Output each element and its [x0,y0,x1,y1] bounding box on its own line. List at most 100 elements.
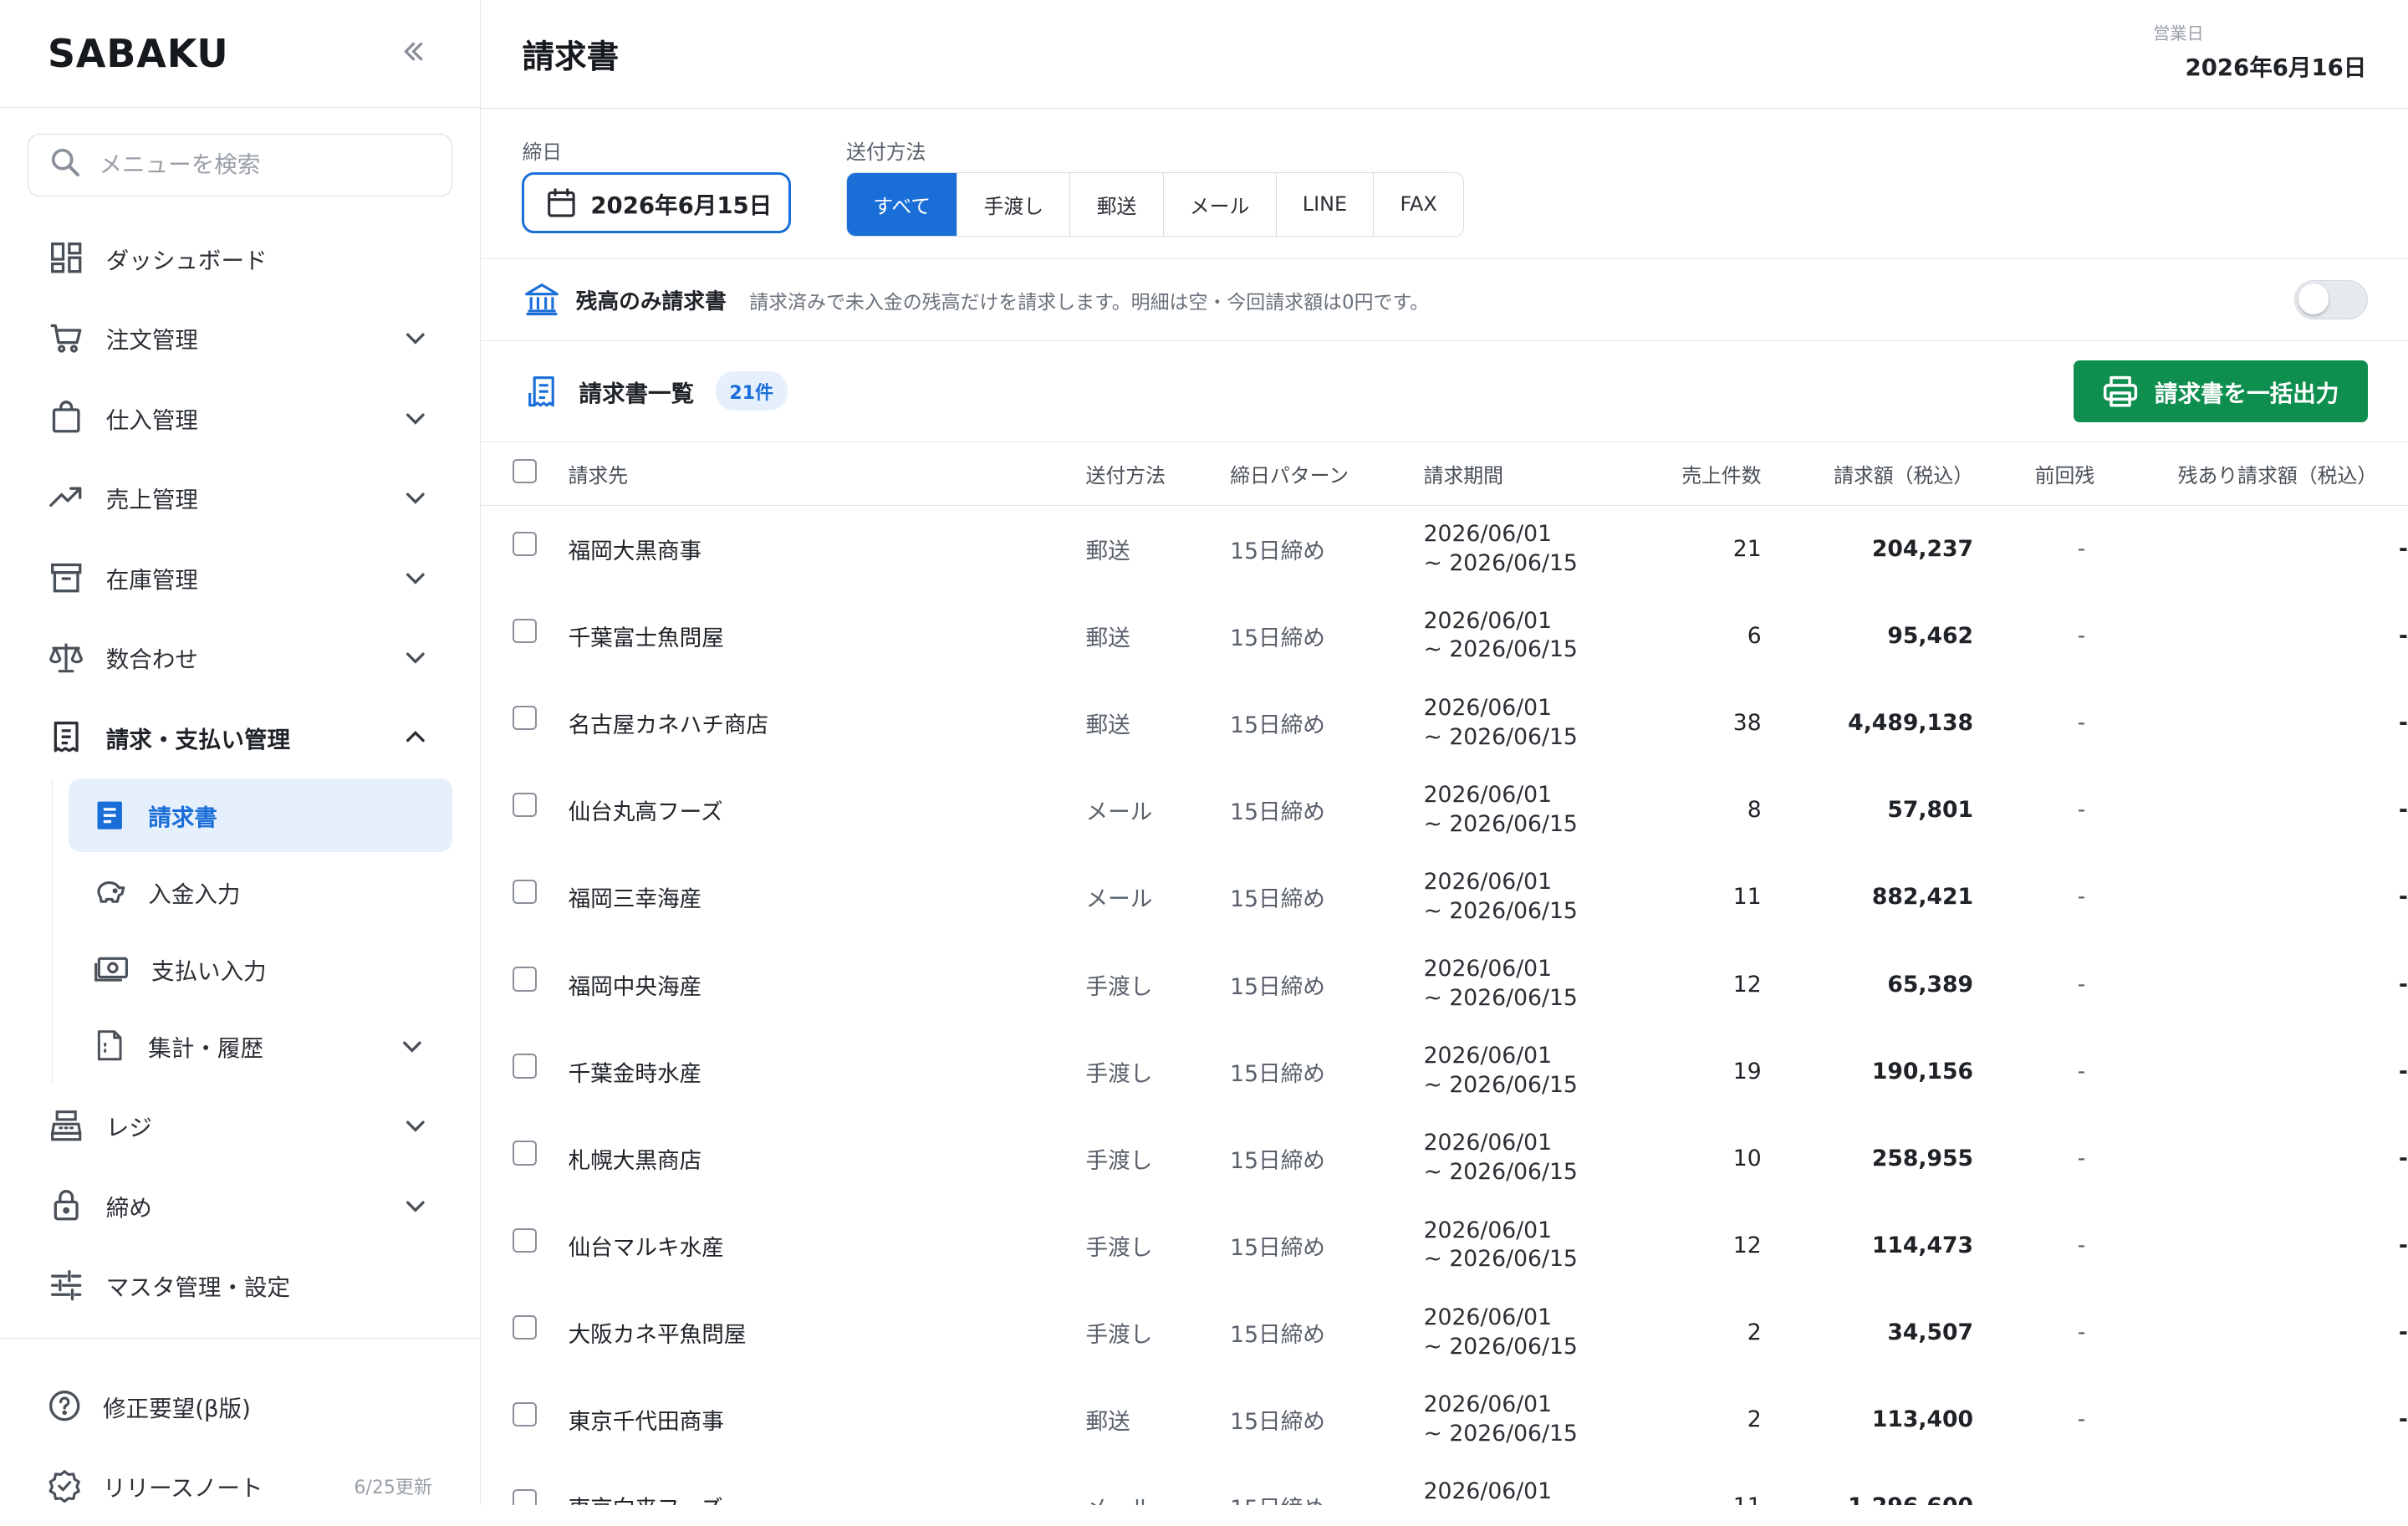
table-row[interactable]: 札幌大黒商店 手渡し 15日締め 2026/06/01 ~ 2026/06/15 10 25… [481,1115,2408,1202]
menu-search[interactable] [28,133,452,197]
row-checkbox[interactable] [512,1401,537,1427]
table-row[interactable]: 千葉富士魚問屋 郵送 15日締め 2026/06/01 ~ 2026/06/15 6 95,… [481,592,2408,679]
row-checkbox[interactable] [512,1488,537,1505]
customer-name[interactable]: 仙台マルキ水産 [569,1202,1086,1289]
table-row[interactable]: 東京向来フーズメール15日締め2026/06/01~ 2026/06/15111… [481,1463,2408,1505]
col-period[interactable]: 請求期間 [1423,441,1639,506]
row-checkbox[interactable] [512,967,537,992]
table-row[interactable]: 名古屋カネハチ商店 郵送 15日締め 2026/06/01 ~ 2026/06/15 38… [481,680,2408,767]
send-method: メール [1085,886,1153,913]
table-row[interactable]: 仙台丸高フーズ メール 15日締め 2026/06/01 ~ 2026/06/15 8 57… [481,767,2408,854]
sales-count: 21 [1732,536,1762,563]
table-row[interactable]: 福岡中央海産 手渡し 15日締め 2026/06/01 ~ 2026/06/15 12 65… [481,941,2408,1028]
sidebar-subitem-payment-entry[interactable]: 支払い入力 [69,932,452,1006]
sidebar-item-dashboard[interactable]: ダッシュボード [0,218,480,299]
sidebar: SABAKU ダッシュボード 注文管理 [0,0,481,1505]
sidebar-item-billing[interactable]: 請求・支払い管理 [0,697,480,778]
sidebar-item-orders[interactable]: 注文管理 [0,298,480,378]
invoice-amount: 95,462 [1887,622,1974,649]
row-checkbox[interactable] [512,705,537,731]
table-row[interactable]: 大阪カネ平魚問屋 手渡し 15日締め 2026/06/01 ~ 2026/06/15 2 3… [481,1289,2408,1376]
sidebar-item-master-settings[interactable]: マスタ管理・設定 [0,1245,480,1325]
sidebar-item-label: 在庫管理 [105,566,198,594]
col-prev-balance[interactable]: 前回残 [1973,441,2095,506]
method-mail[interactable]: 郵送 [1070,172,1164,236]
row-select-cell [481,1289,569,1376]
sidebar-item-feedback[interactable]: 修正要望(β版) [0,1366,480,1447]
customer-name[interactable]: 千葉富士魚問屋 [569,592,1086,679]
customer-name[interactable]: 札幌大黒商店 [569,1115,1086,1202]
previous-balance: - [2077,1406,2086,1433]
bulk-print-button[interactable]: 請求書を一括出力 [2073,360,2369,422]
customer-name[interactable]: 名古屋カネハチ商店 [569,680,1086,767]
col-pattern[interactable]: 締日パターン [1230,441,1424,506]
customer-name[interactable]: 東京千代田商事 [569,1376,1086,1463]
row-checkbox[interactable] [512,1141,537,1166]
customer-name[interactable]: 千葉金時水産 [569,1028,1086,1115]
collapse-sidebar-icon[interactable] [400,33,427,74]
period-from: 2026/06/01 [1423,956,1553,982]
col-sales-count[interactable]: 売上件数 [1638,441,1762,506]
sidebar-subitem-summary-history[interactable]: 集計・履歴 [69,1009,452,1083]
closing-pattern: 15日締め [1230,1234,1325,1261]
table-row[interactable]: 東京千代田商事 郵送 15日締め 2026/06/01 ~ 2026/06/15 2 113… [481,1376,2408,1463]
row-checkbox[interactable] [512,879,537,905]
sidebar-item-reconcile[interactable]: 数合わせ [0,617,480,697]
sidebar-subitem-payment-received[interactable]: 入金入力 [69,855,452,929]
method-hand[interactable]: 手渡し [957,172,1071,236]
row-checkbox[interactable] [512,1227,537,1253]
method-all[interactable]: すべて [846,172,958,236]
sidebar-item-register[interactable]: レジ [0,1085,480,1166]
invoice-table: 請求先 送付方法 締日パターン 請求期間 売上件数 請求額（税込） 前回残 残あ… [480,441,2408,1505]
sidebar-subitem-invoices[interactable]: 請求書 [68,778,452,853]
select-all-checkbox[interactable] [512,458,537,484]
col-method[interactable]: 送付方法 [1085,441,1231,506]
method-fax[interactable]: FAX [1374,172,1463,236]
send-method-label: 送付方法 [845,140,926,164]
customer-name[interactable]: 大阪カネ平魚問屋 [569,1289,1086,1376]
row-select-cell [481,941,569,1028]
method-line[interactable]: LINE [1276,172,1375,236]
row-select-cell [481,680,569,767]
balance-only-toggle[interactable] [2294,279,2369,320]
col-remaining[interactable]: 残あり請求額（税込） [2094,441,2408,506]
row-checkbox[interactable] [512,1314,537,1340]
sidebar-item-inventory[interactable]: 在庫管理 [0,538,480,618]
customer-name[interactable]: 福岡中央海産 [569,941,1086,1028]
sidebar-item-closing[interactable]: 締め [0,1166,480,1246]
closing-date-picker[interactable]: 2026年6月15日 [522,171,791,234]
menu-search-input[interactable] [95,150,404,181]
customer-name[interactable]: 東京向来フーズ [569,1463,1086,1505]
customer-name[interactable]: 福岡三幸海産 [569,854,1086,941]
row-checkbox[interactable] [512,792,537,818]
customer-name[interactable]: 仙台丸高フーズ [569,767,1086,854]
table-row[interactable]: 仙台マルキ水産 手渡し 15日締め 2026/06/01 ~ 2026/06/15 12 1… [481,1202,2408,1289]
period-to: ~ 2026/06/15 [1423,1159,1578,1186]
sidebar-item-purchasing[interactable]: 仕入管理 [0,378,480,458]
previous-balance: - [2077,1058,2086,1085]
piggy-bank-icon [93,875,126,909]
customer-name[interactable]: 福岡大黒商事 [569,505,1086,592]
sidebar-item-release-notes[interactable]: リリースノート 6/25更新 [0,1446,480,1526]
closing-pattern: 15日締め [1230,712,1325,739]
method-email[interactable]: メール [1163,172,1277,236]
billing-period: 2026/06/01 ~ 2026/06/15 [1424,1376,1639,1463]
table-row[interactable]: 福岡大黒商事 郵送 15日締め 2026/06/01 ~ 2026/06/15 21 204… [481,505,2408,592]
sidebar-item-label: 締め [105,1194,152,1222]
row-checkbox[interactable] [512,1054,537,1079]
table-row[interactable]: 千葉金時水産 手渡し 15日締め 2026/06/01 ~ 2026/06/15 19 19… [481,1028,2408,1115]
sales-count: 11 [1732,884,1762,911]
sidebar-item-sales[interactable]: 売上管理 [0,457,480,538]
col-amount[interactable]: 請求額（税込） [1761,441,1974,506]
col-customer[interactable]: 請求先 [568,441,1086,506]
select-all-cell [480,441,569,506]
previous-balance: - [2077,622,2086,649]
row-checkbox[interactable] [512,618,537,643]
period-to: ~ 2026/06/15 [1423,1333,1578,1360]
sidebar-item-label: リリースノート [103,1475,263,1503]
previous-balance: - [2077,884,2086,911]
table-row[interactable]: 福岡三幸海産 メール 15日締め 2026/06/01 ~ 2026/06/15 11 88… [481,854,2408,941]
table-header-row: 請求先 送付方法 締日パターン 請求期間 売上件数 請求額（税込） 前回残 残あ… [480,441,2408,506]
row-checkbox[interactable] [512,531,537,557]
badge-check-icon [48,1469,81,1503]
